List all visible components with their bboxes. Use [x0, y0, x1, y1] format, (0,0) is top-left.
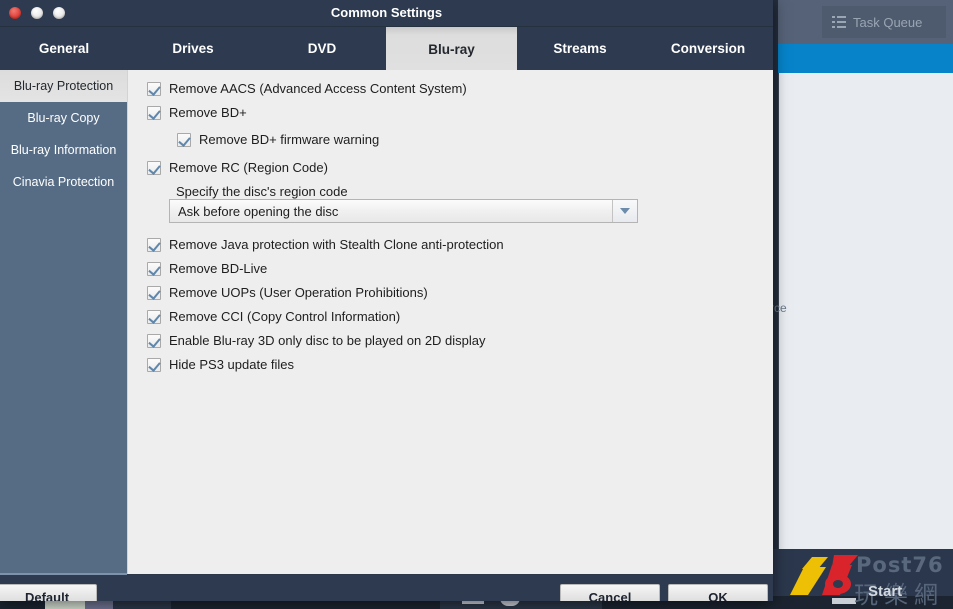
tab-blu-ray[interactable]: Blu-ray — [386, 27, 517, 71]
tab-dvd[interactable]: DVD — [258, 27, 386, 70]
sidebar-item-cinavia-protection[interactable]: Cinavia Protection — [0, 166, 127, 198]
tab-streams[interactable]: Streams — [517, 27, 643, 70]
tab-drives[interactable]: Drives — [128, 27, 258, 70]
task-queue-label: Task Queue — [853, 14, 923, 30]
checkbox-checked-icon[interactable] — [147, 357, 161, 372]
option-row[interactable]: Remove CCI (Copy Control Information) — [147, 309, 400, 324]
option-row[interactable]: Remove UOPs (User Operation Prohibitions… — [147, 285, 428, 300]
chevron-down-icon — [620, 208, 630, 214]
common-settings-dialog: Common Settings General Drives DVD Blu-ray S… — [0, 0, 773, 601]
checkbox-checked-icon[interactable] — [147, 309, 161, 324]
dialog-title: Common Settings — [330, 5, 443, 20]
option-row[interactable]: Enable Blu-ray 3D only disc to be played… — [147, 333, 486, 348]
checkbox-checked-icon[interactable] — [177, 132, 191, 147]
sidebar: Blu-ray Protection Blu-ray Copy Blu-ray In… — [0, 70, 127, 574]
sidebar-item-blu-ray-information[interactable]: Blu-ray Information — [0, 134, 127, 166]
watermark-overlay: Start — [868, 583, 903, 600]
option-row[interactable]: Hide PS3 update files — [147, 357, 294, 372]
settings-content: Specify the disc's region code Ask befor… — [127, 70, 773, 574]
option-label: Remove AACS (Advanced Access Content Sys… — [169, 81, 467, 96]
checkbox-checked-icon[interactable] — [147, 81, 161, 96]
tab-conversion[interactable]: Conversion — [643, 27, 773, 70]
task-queue-button[interactable]: Task Queue — [822, 6, 946, 38]
option-label: Remove BD+ firmware warning — [199, 132, 380, 147]
checkbox-checked-icon[interactable] — [147, 261, 161, 276]
option-row[interactable]: Remove BD-Live — [147, 261, 267, 276]
checkbox-checked-icon[interactable] — [147, 105, 161, 120]
region-code-value: Ask before opening the disc — [178, 203, 339, 219]
option-label: Remove UOPs (User Operation Prohibitions… — [169, 285, 428, 300]
option-row[interactable]: Remove AACS (Advanced Access Content Sys… — [147, 81, 467, 96]
option-label: Remove BD+ — [169, 105, 247, 120]
watermark: Post76 玩樂網 Start — [768, 547, 953, 609]
list-icon — [832, 16, 846, 28]
option-row[interactable]: Remove BD+ firmware warning — [177, 132, 379, 147]
dialog-titlebar: Common Settings — [0, 0, 773, 27]
tab-bar: General Drives DVD Blu-ray Streams Conversion — [0, 27, 773, 71]
default-button[interactable]: Default — [0, 584, 97, 601]
option-label: Remove CCI (Copy Control Information) — [169, 309, 401, 324]
region-code-dropdown-button[interactable] — [612, 200, 637, 222]
sidebar-item-blu-ray-protection[interactable]: Blu-ray Protection — [0, 70, 127, 102]
cancel-button[interactable]: Cancel — [560, 584, 660, 601]
checkbox-checked-icon[interactable] — [147, 333, 161, 348]
option-row[interactable]: Remove Java protection with Stealth Clon… — [147, 237, 504, 252]
background-accent-bar — [778, 44, 953, 73]
option-label: Remove BD-Live — [169, 261, 268, 276]
dialog-body: Blu-ray Protection Blu-ray Copy Blu-ray In… — [0, 70, 773, 574]
screen: Task Queue rce Post76 玩樂網 Start Common S… — [0, 0, 953, 609]
tab-general[interactable]: General — [0, 27, 128, 70]
option-row[interactable]: Remove RC (Region Code) — [147, 160, 328, 175]
region-code-select[interactable]: Ask before opening the disc — [169, 199, 638, 223]
option-label: Hide PS3 update files — [169, 357, 295, 372]
option-label: Remove Java protection with Stealth Clon… — [169, 237, 504, 252]
checkbox-checked-icon[interactable] — [147, 285, 161, 300]
dialog-footer: Default Cancel OK — [0, 573, 773, 601]
ok-button[interactable]: OK — [668, 584, 768, 601]
footer-accent — [0, 573, 127, 575]
post76-logo-icon — [788, 555, 858, 595]
background-panel — [778, 73, 953, 549]
region-code-label: Specify the disc's region code — [176, 184, 348, 199]
sidebar-item-blu-ray-copy[interactable]: Blu-ray Copy — [0, 102, 127, 134]
option-label: Remove RC (Region Code) — [169, 160, 328, 175]
watermark-brand: Post76 — [856, 553, 944, 577]
option-row[interactable]: Remove BD+ — [147, 105, 247, 120]
checkbox-checked-icon[interactable] — [147, 237, 161, 252]
checkbox-checked-icon[interactable] — [147, 160, 161, 175]
option-label: Enable Blu-ray 3D only disc to be played… — [169, 333, 486, 348]
